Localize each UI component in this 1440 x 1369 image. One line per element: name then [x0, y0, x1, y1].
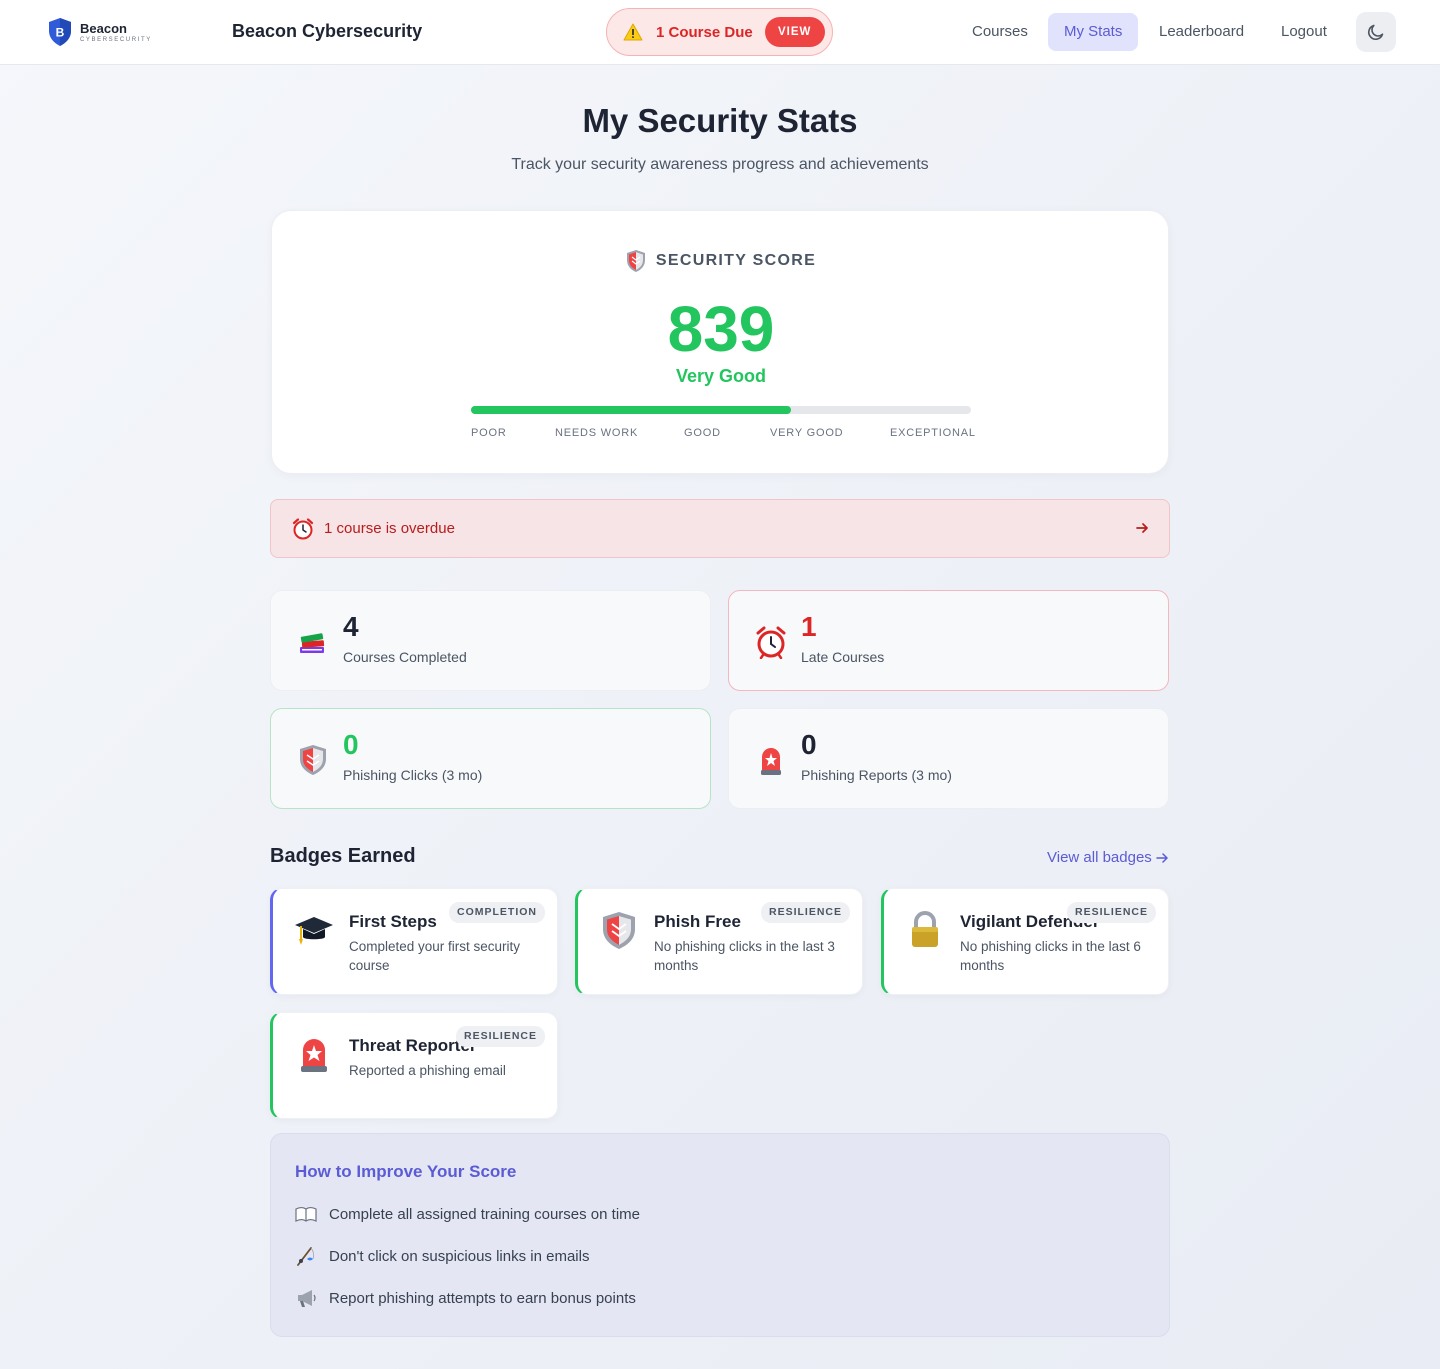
stat-label: Courses Completed [343, 649, 467, 665]
stat-card-phishing-reports: 0 Phishing Reports (3 mo) [728, 708, 1169, 809]
stat-label: Phishing Reports (3 mo) [801, 767, 952, 783]
moon-icon [1368, 24, 1384, 40]
scale-label-very-good: VERY GOOD [770, 427, 844, 439]
score-progress-fill [471, 406, 791, 414]
security-score-card: SECURITY SCORE 839 Very Good POOR NEEDS … [271, 210, 1169, 474]
alarm-clock-icon [292, 518, 314, 540]
logo-subtitle: CYBERSECURITY [80, 36, 152, 43]
badge-card-threat-reporter[interactable]: Threat Reporter Reported a phishing emai… [270, 1012, 558, 1119]
books-icon [300, 633, 325, 653]
shield-icon [603, 912, 635, 949]
arrow-right-icon [1156, 852, 1168, 863]
app-title: Beacon Cybersecurity [232, 21, 423, 41]
stat-value: 0 [801, 729, 817, 760]
view-due-course-button[interactable]: VIEW [764, 17, 825, 47]
graduation-cap-icon [295, 917, 333, 945]
stat-card-courses-completed: 4 Courses Completed [270, 590, 711, 691]
stat-label: Phishing Clicks (3 mo) [343, 767, 483, 783]
stat-value: 4 [343, 611, 359, 642]
tips-title: How to Improve Your Score [295, 1162, 517, 1181]
svg-text:B: B [56, 26, 65, 40]
overdue-banner[interactable]: 1 course is overdue [270, 499, 1170, 558]
score-value: 839 [667, 293, 775, 365]
page-title: My Security Stats [582, 102, 858, 139]
badge-category-tag: RESILIENCE [1066, 902, 1156, 923]
badge-description: No phishing clicks in the last 6 months [960, 939, 1141, 973]
badge-card-vigilant-defender[interactable]: Vigilant Defender No phishing clicks in … [881, 888, 1169, 995]
shield-logo-icon: B [49, 18, 71, 46]
badge-description: Completed your first security course [349, 939, 521, 973]
siren-icon [761, 748, 781, 775]
badge-title: Phish Free [654, 912, 741, 931]
warning-icon [623, 23, 643, 41]
badge-description: No phishing clicks in the last 3 months [654, 939, 835, 973]
course-due-text: 1 Course Due [656, 23, 753, 41]
course-due-alert[interactable]: 1 Course Due VIEW [606, 8, 833, 56]
scale-label-needs-work: NEEDS WORK [555, 427, 639, 439]
stat-card-late-courses: 1 Late Courses [728, 590, 1169, 691]
open-book-icon [295, 1206, 317, 1222]
theme-toggle-button[interactable] [1356, 12, 1396, 52]
overdue-text: 1 course is overdue [324, 520, 455, 537]
badge-category-tag: RESILIENCE [760, 902, 850, 923]
logo-name: Beacon [80, 20, 127, 36]
badge-category-tag: COMPLETION [449, 902, 545, 923]
shield-icon [626, 250, 645, 272]
fishing-pole-icon [297, 1247, 315, 1266]
badge-category-tag: RESILIENCE [455, 1026, 545, 1047]
nav-courses[interactable]: Courses [956, 13, 1044, 51]
shield-icon [300, 745, 326, 775]
nav-leaderboard[interactable]: Leaderboard [1143, 13, 1260, 51]
scale-label-good: GOOD [684, 427, 721, 439]
scale-label-poor: POOR [471, 427, 507, 439]
tip-text: Complete all assigned training courses o… [329, 1205, 640, 1223]
badge-card-first-steps[interactable]: First Steps Completed your first securit… [270, 888, 558, 995]
stat-value: 0 [343, 729, 359, 760]
alarm-clock-icon [756, 626, 786, 659]
score-progress-track [471, 406, 971, 414]
lock-icon [912, 911, 938, 947]
tip-text: Report phishing attempts to earn bonus p… [329, 1289, 636, 1307]
score-rating: Very Good [675, 366, 767, 386]
stat-card-phishing-clicks: 0 Phishing Clicks (3 mo) [270, 708, 711, 809]
badge-description: Reported a phishing email [349, 1063, 506, 1078]
siren-icon [301, 1039, 327, 1072]
arrow-right-icon [1136, 523, 1148, 533]
badge-title: First Steps [349, 912, 437, 931]
nav-logout[interactable]: Logout [1265, 13, 1343, 51]
nav-my-stats[interactable]: My Stats [1048, 13, 1139, 51]
megaphone-icon [298, 1290, 316, 1307]
tip-item: Don't click on suspicious links in email… [295, 1245, 589, 1267]
score-label: SECURITY SCORE [655, 252, 817, 269]
tip-item: Complete all assigned training courses o… [295, 1203, 640, 1225]
scale-label-exceptional: EXCEPTIONAL [890, 427, 976, 439]
badge-card-phish-free[interactable]: Phish Free No phishing clicks in the las… [575, 888, 863, 995]
improve-score-panel: How to Improve Your Score Complete all a… [270, 1133, 1170, 1337]
top-nav-bar: B Beacon CYBERSECURITY Beacon Cybersecur… [0, 0, 1440, 65]
stat-value: 1 [801, 611, 817, 642]
view-all-badges-link[interactable]: View all badges [1047, 849, 1168, 866]
tip-text: Don't click on suspicious links in email… [329, 1247, 590, 1265]
page-subtitle: Track your security awareness progress a… [511, 156, 929, 173]
stat-label: Late Courses [801, 649, 885, 665]
tip-item: Report phishing attempts to earn bonus p… [295, 1287, 636, 1309]
view-all-badges-label: View all badges [1047, 849, 1152, 866]
beacon-logo[interactable]: B Beacon CYBERSECURITY [48, 17, 152, 47]
badges-section-title: Badges Earned [270, 845, 416, 867]
